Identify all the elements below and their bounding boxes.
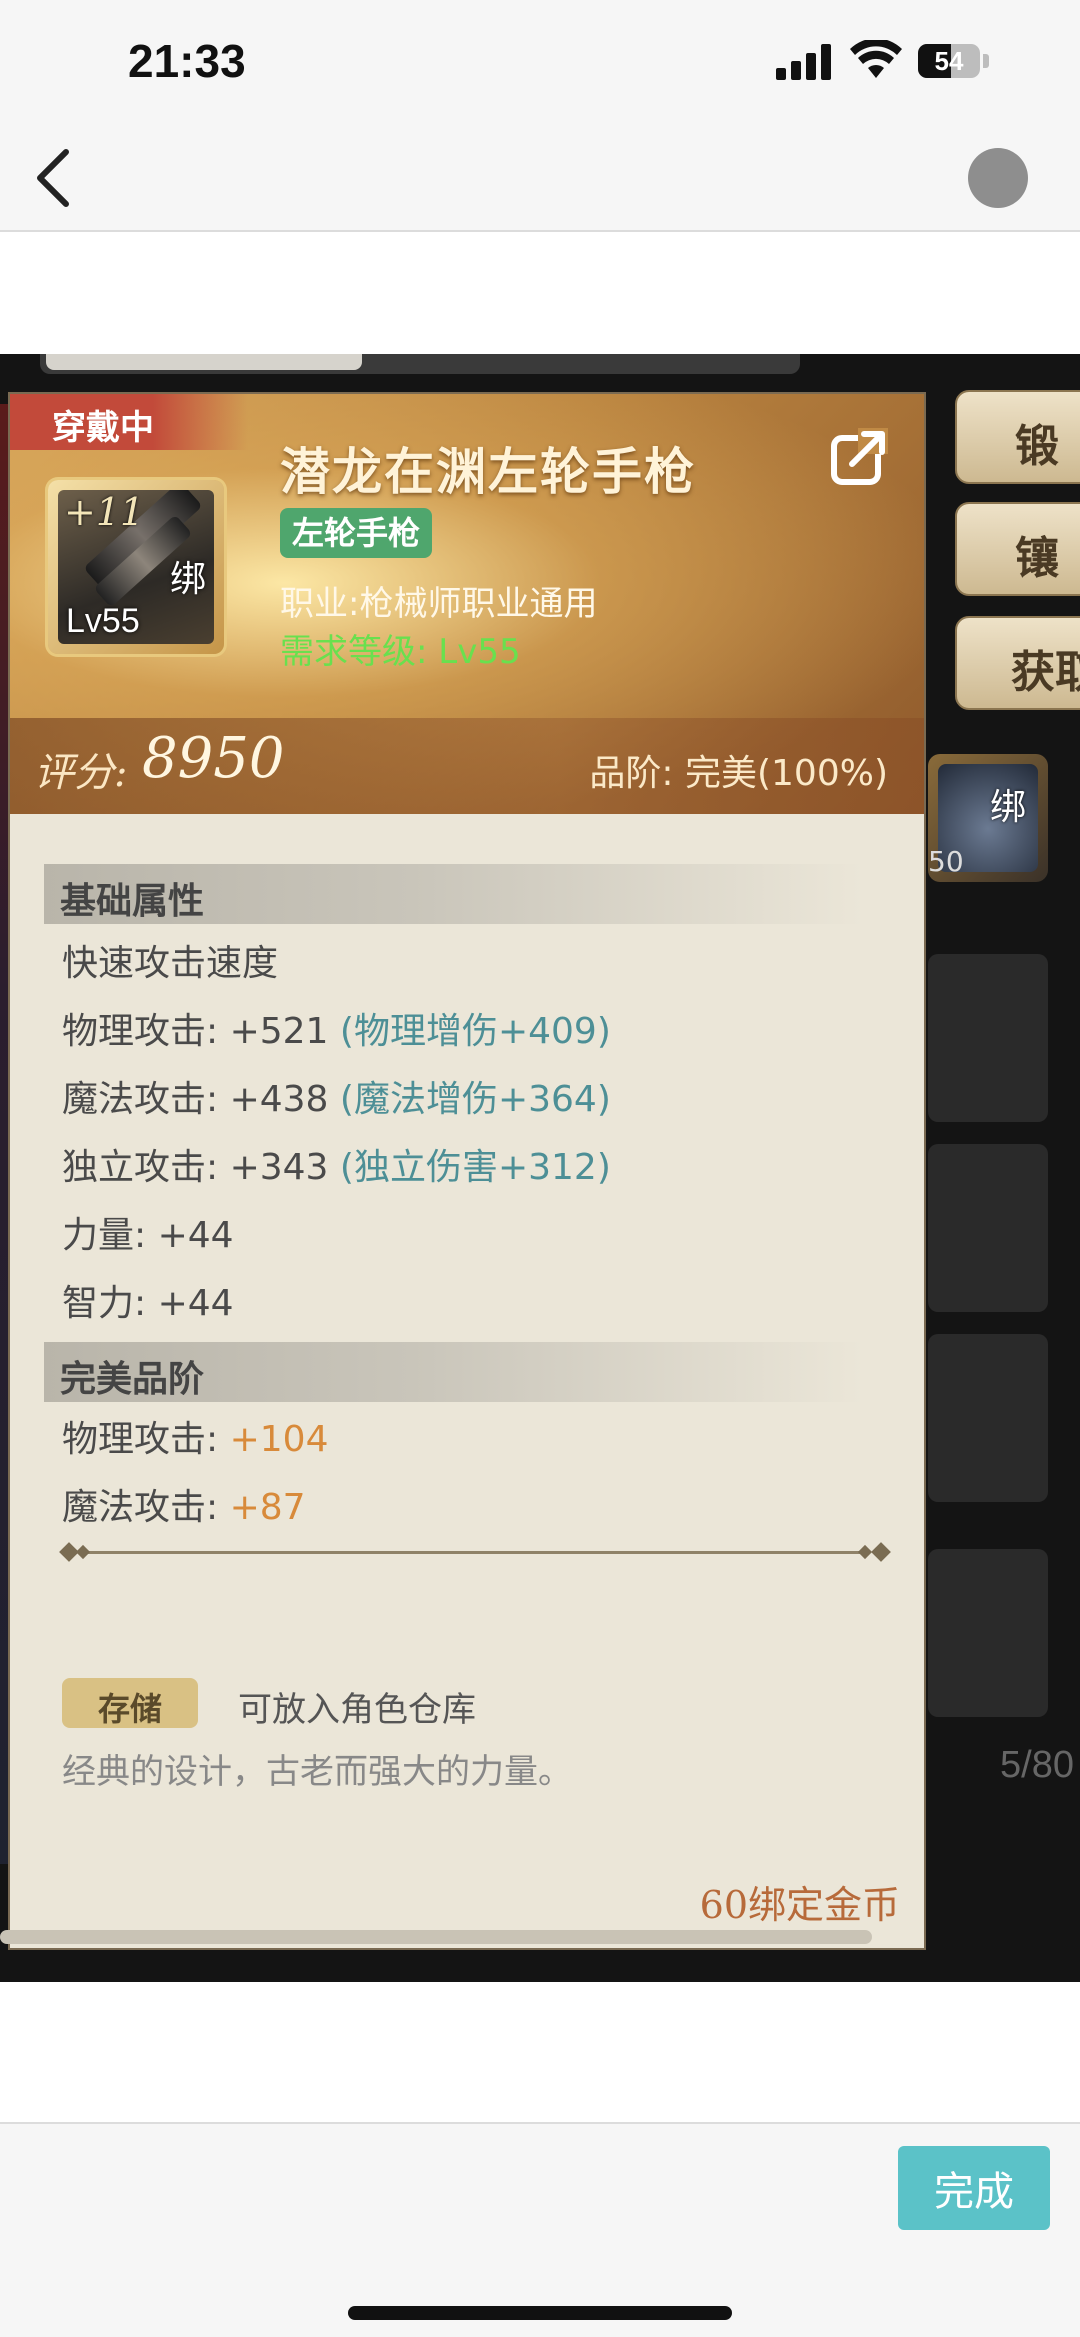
item-icon-frame: +11 绑 Lv55 bbox=[48, 480, 224, 654]
bind-label: 绑 bbox=[990, 787, 1027, 828]
content-top-spacer bbox=[0, 232, 1080, 354]
storage-text: 可放入角色仓库 bbox=[238, 1690, 476, 1730]
wifi-icon bbox=[850, 40, 902, 78]
item-detail-card: 穿戴中 +11 绑 Lv55 潜龙在渊左轮手枪 左轮手枪 职业:枪械师职业通用 … bbox=[8, 392, 926, 1950]
sell-price: 60绑定金币 bbox=[699, 1883, 900, 1927]
level-label: 50 bbox=[928, 845, 964, 878]
revolver-icon: +11 绑 Lv55 bbox=[58, 490, 214, 644]
card-header: 穿戴中 +11 绑 Lv55 潜龙在渊左轮手枪 左轮手枪 职业:枪械师职业通用 … bbox=[10, 394, 924, 814]
share-icon[interactable] bbox=[828, 424, 892, 488]
section-title: 基础属性 bbox=[60, 880, 205, 922]
storage-label: 存储 bbox=[97, 1690, 162, 1728]
score-label: 评分: bbox=[34, 750, 128, 796]
nav-bar bbox=[0, 130, 1080, 232]
attr-text: 独立攻击: +343 bbox=[62, 1147, 329, 1188]
attr-text: 物理攻击: +521 bbox=[62, 1011, 329, 1052]
wearing-badge: 穿戴中 bbox=[10, 394, 248, 450]
section-title: 完美品阶 bbox=[60, 1358, 205, 1400]
side-button-forge[interactable]: 锻 bbox=[955, 390, 1080, 484]
diamond-ornament bbox=[75, 1544, 91, 1560]
status-time: 21:33 bbox=[128, 35, 246, 87]
signal-icon bbox=[776, 42, 836, 80]
score-value: 8950 bbox=[142, 726, 285, 791]
diamond-ornament bbox=[857, 1544, 873, 1560]
attr-label: 魔法攻击: bbox=[62, 1487, 219, 1528]
attr-row: 快速攻击速度 bbox=[62, 934, 278, 986]
avatar[interactable] bbox=[968, 148, 1028, 208]
grade-label: 品阶: 完美(100%) bbox=[589, 753, 888, 794]
card-scroll-bar bbox=[0, 1930, 872, 1944]
storage-tag: 存储 bbox=[62, 1678, 198, 1728]
attr-value: +104 bbox=[229, 1419, 329, 1460]
item-type-tag: 左轮手枪 bbox=[280, 508, 433, 558]
battery-percent: 54 bbox=[934, 46, 964, 76]
ornament-divider bbox=[59, 1542, 891, 1562]
attr-row: 物理攻击: +521 (物理增伤+409) bbox=[62, 1002, 611, 1054]
attr-text: 魔法攻击: +438 bbox=[62, 1079, 329, 1120]
scroll-thumb bbox=[46, 354, 362, 370]
section-base-attributes: 基础属性 bbox=[44, 864, 864, 924]
attr-row: 力量: +44 bbox=[62, 1206, 234, 1258]
item-level: Lv55 bbox=[66, 602, 140, 640]
home-indicator[interactable] bbox=[348, 2306, 732, 2320]
top-scroll-bar bbox=[40, 354, 800, 374]
attr-text: 智力: +44 bbox=[62, 1283, 234, 1324]
side-equipment-slot[interactable]: 绑 50 bbox=[928, 754, 1048, 882]
attr-bonus: (物理增伤+409) bbox=[339, 1011, 611, 1052]
empty-slot[interactable] bbox=[928, 954, 1048, 1122]
score-bar: 评分: 8950 品阶: 完美(100%) bbox=[10, 718, 924, 814]
chevron-left-icon[interactable] bbox=[26, 142, 86, 212]
attr-row: 魔法攻击: +438 (魔法增伤+364) bbox=[62, 1070, 611, 1122]
attr-bonus: (魔法增伤+364) bbox=[339, 1079, 611, 1120]
done-button[interactable]: 完成 bbox=[898, 2146, 1050, 2230]
attr-text: 力量: +44 bbox=[62, 1215, 234, 1256]
divider-line bbox=[80, 1551, 870, 1554]
diamond-ornament bbox=[871, 1542, 891, 1562]
inventory-count: 5/80 bbox=[1000, 1744, 1074, 1786]
side-button-label: 锻 bbox=[1015, 421, 1059, 472]
attr-text: 快速攻击速度 bbox=[62, 943, 279, 984]
content-bottom-spacer bbox=[0, 1982, 1080, 2124]
empty-slot[interactable] bbox=[928, 1334, 1048, 1502]
empty-slot[interactable] bbox=[928, 1144, 1048, 1312]
item-description: 经典的设计，古老而强大的力量。 bbox=[62, 1752, 572, 1792]
perfect-attr-row: 物理攻击: +104 bbox=[62, 1410, 328, 1462]
bind-label: 绑 bbox=[170, 559, 207, 600]
wearing-label: 穿戴中 bbox=[52, 408, 154, 448]
battery-tip bbox=[983, 54, 989, 68]
attr-label: 物理攻击: bbox=[62, 1419, 219, 1460]
side-button-obtain[interactable]: 获取 bbox=[955, 616, 1080, 710]
enhance-level: +11 bbox=[64, 490, 145, 534]
side-button-label: 镶 bbox=[1015, 533, 1059, 584]
status-bar: 21:33 54 bbox=[0, 0, 1080, 130]
battery-icon: 54 bbox=[918, 44, 980, 78]
side-button-inlay[interactable]: 镶 bbox=[955, 502, 1080, 596]
item-name: 潜龙在渊左轮手枪 bbox=[280, 442, 696, 501]
job-requirement: 职业:枪械师职业通用 bbox=[280, 584, 598, 624]
attr-value: +87 bbox=[229, 1487, 306, 1528]
attr-row: 智力: +44 bbox=[62, 1274, 234, 1326]
empty-slot[interactable] bbox=[928, 1549, 1048, 1717]
attr-bonus: (独立伤害+312) bbox=[339, 1147, 611, 1188]
attr-row: 独立攻击: +343 (独立伤害+312) bbox=[62, 1138, 611, 1190]
side-button-label: 获取 bbox=[1011, 647, 1080, 698]
level-requirement: 需求等级: Lv55 bbox=[280, 632, 521, 672]
perfect-attr-row: 魔法攻击: +87 bbox=[62, 1478, 306, 1530]
section-perfect-grade: 完美品阶 bbox=[44, 1342, 864, 1402]
